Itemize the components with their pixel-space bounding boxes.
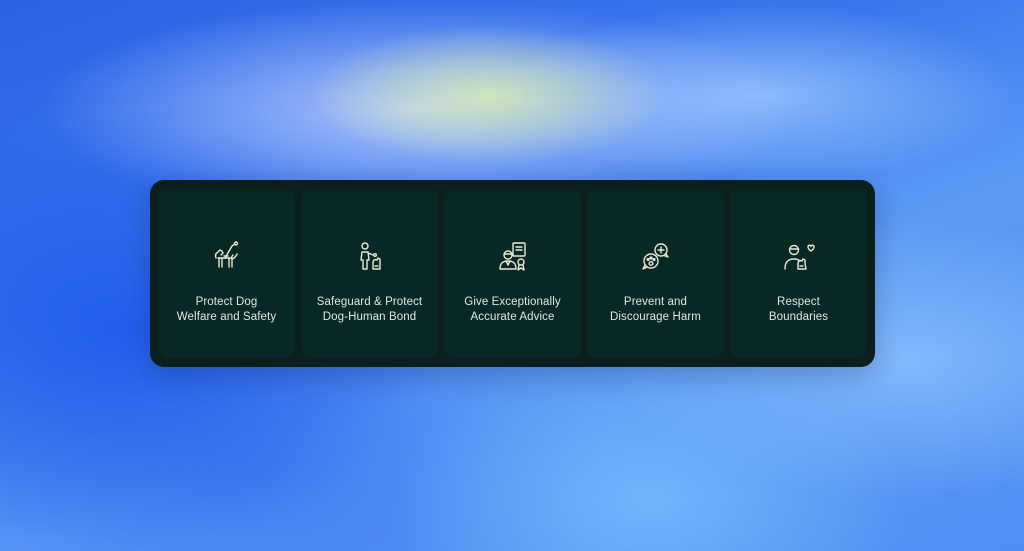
guide-dog-icon — [207, 238, 247, 278]
principle-label: Protect Dog Welfare and Safety — [176, 296, 277, 323]
medical-chat-icon — [636, 238, 676, 278]
principle-label: Prevent and Discourage Harm — [610, 296, 701, 323]
principles-panel: Protect Dog Welfare and Safety Safeguard… — [150, 180, 875, 367]
principle-card-harm: Prevent and Discourage Harm — [587, 189, 724, 358]
principle-card-dog-welfare: Protect Dog Welfare and Safety — [158, 189, 295, 358]
principle-label: Give Exceptionally Accurate Advice — [464, 296, 561, 323]
person-with-dog-heart-icon — [779, 238, 819, 278]
principle-label: Respect Boundaries — [768, 296, 829, 323]
principle-card-bond: Safeguard & Protect Dog-Human Bond — [301, 189, 438, 358]
principle-card-advice: Give Exceptionally Accurate Advice — [444, 189, 581, 358]
principle-label: Safeguard & Protect Dog-Human Bond — [316, 296, 423, 323]
principle-card-boundaries: Respect Boundaries — [730, 189, 867, 358]
person-training-dog-icon — [350, 238, 390, 278]
expert-certificate-icon — [493, 238, 533, 278]
